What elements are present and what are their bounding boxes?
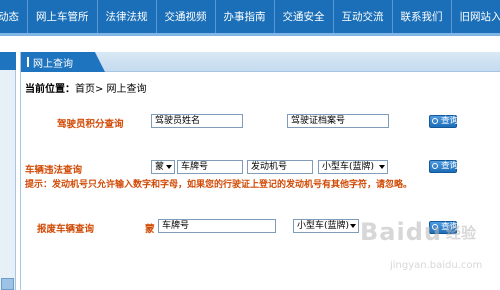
engine-number-tip: 提示：发动机号只允许输入数字和字母，如果您的行驶证上登记的发动机号有其他字符，请…: [25, 180, 413, 190]
nav-item-service-guide[interactable]: 办事指南: [216, 0, 275, 33]
violation-query-button-label: 查询: [441, 161, 459, 171]
top-navigation: 动态 网上车管所 法律法规 交通视频 办事指南 交通安全 互动交流 联系我们 旧…: [0, 0, 500, 36]
driver-query-button-label: 查询: [441, 116, 459, 126]
scrap-vehicle-label: 报废车辆查询: [37, 224, 95, 235]
scrap-plate-input[interactable]: 车牌号: [158, 219, 276, 233]
violation-query-label: 车辆违法查询: [25, 165, 83, 176]
nav-item-laws[interactable]: 法律法规: [98, 0, 157, 33]
driver-name-input[interactable]: 驾驶员姓名: [151, 114, 243, 128]
violation-vehicle-type-value: 小型车(蓝牌): [322, 162, 375, 172]
violation-vehicle-type-select[interactable]: 小型车(蓝牌): [318, 160, 388, 174]
chevron-down-icon: [166, 165, 172, 169]
scrap-vehicle-type-value: 小型车(蓝牌): [297, 221, 350, 231]
driver-query-button[interactable]: 查询: [429, 115, 459, 128]
nav-item-contact-us[interactable]: 联系我们: [393, 0, 452, 33]
nav-item-interaction[interactable]: 互动交流: [334, 0, 393, 33]
violation-query-button[interactable]: 查询: [429, 160, 459, 173]
left-sidebar-strip: [0, 52, 16, 290]
nav-item-traffic-video[interactable]: 交通视频: [157, 0, 216, 33]
driver-points-label: 驾驶员积分查询: [57, 119, 124, 130]
sidebar-cap: [0, 52, 16, 70]
search-icon: [432, 118, 438, 124]
nav-item-traffic-safety[interactable]: 交通安全: [275, 0, 334, 33]
scrap-vehicle-type-select[interactable]: 小型车(蓝牌): [293, 219, 359, 233]
baidu-watermark: Baidu 经验 jingyan.baidu.com: [360, 208, 500, 290]
panel-title-tab: 网上查询: [21, 52, 105, 72]
title-bar-icon: [27, 57, 29, 67]
breadcrumb-path[interactable]: 首页> 网上查询: [75, 84, 147, 95]
scrap-province: 蒙: [145, 224, 155, 235]
nav-item-news[interactable]: 动态: [0, 0, 28, 33]
breadcrumb: 当前位置：首页> 网上查询: [25, 80, 147, 95]
violation-province-value: 蒙: [155, 162, 165, 172]
license-number-input[interactable]: 驾驶证档案号: [287, 114, 389, 128]
engine-number-input[interactable]: 发动机号: [247, 160, 313, 174]
sidebar-mini-icon[interactable]: [1, 278, 14, 290]
nav-item-old-site[interactable]: 旧网站入口: [452, 0, 500, 33]
breadcrumb-prefix: 当前位置：: [25, 84, 75, 95]
search-icon: [432, 163, 438, 169]
page: 动态 网上车管所 法律法规 交通视频 办事指南 交通安全 互动交流 联系我们 旧…: [0, 0, 500, 290]
panel-title: 网上查询: [33, 58, 73, 70]
nav-item-online-vehicle-office[interactable]: 网上车管所: [28, 0, 98, 33]
watermark-url: jingyan.baidu.com: [390, 260, 483, 271]
chevron-down-icon: [379, 165, 385, 169]
watermark-brand-cn: 经验: [446, 224, 477, 242]
chevron-down-icon: [350, 224, 356, 228]
panel-header: 网上查询: [21, 52, 500, 72]
watermark-brand: Baidu: [360, 218, 442, 246]
violation-province-select[interactable]: 蒙: [151, 160, 175, 174]
violation-plate-input[interactable]: 车牌号: [177, 160, 243, 174]
